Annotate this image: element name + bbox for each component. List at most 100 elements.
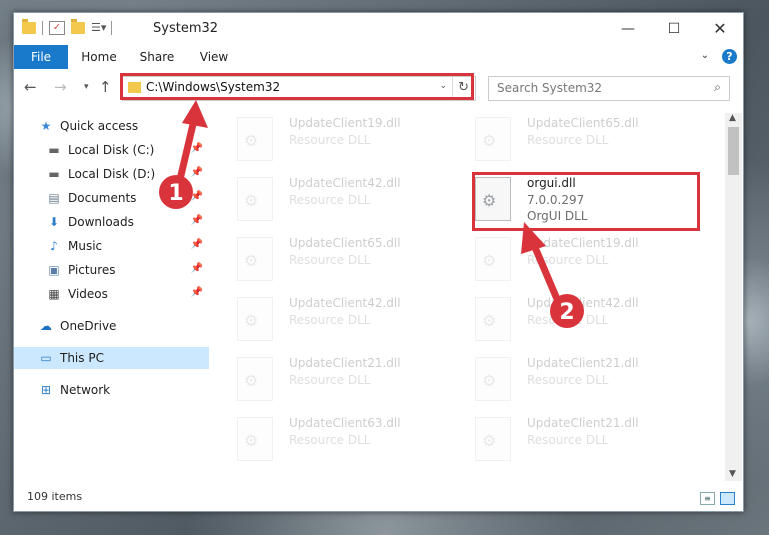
download-icon: ⬇ bbox=[48, 215, 60, 229]
scrollbar-thumb[interactable] bbox=[728, 127, 739, 175]
file-item[interactable]: UpdateClient65.dll Resource DLL bbox=[217, 233, 437, 289]
address-path[interactable]: C:\Windows\System32 bbox=[146, 80, 280, 94]
tab-home[interactable]: Home bbox=[76, 45, 122, 69]
pin-icon[interactable]: 📌 bbox=[191, 287, 203, 298]
up-arrow-icon[interactable]: ↑ bbox=[99, 78, 112, 96]
sidebar-item-music[interactable]: ♪ Music 📌 bbox=[14, 235, 209, 257]
divider bbox=[42, 21, 43, 35]
minimize-button[interactable]: — bbox=[605, 13, 651, 45]
dll-file-icon bbox=[237, 237, 273, 281]
file-name: UpdateClient42.dll bbox=[289, 176, 401, 190]
sidebar-item-downloads[interactable]: ⬇ Downloads 📌 bbox=[14, 211, 209, 233]
sidebar-item-label: This PC bbox=[60, 351, 104, 365]
pin-icon[interactable]: 📌 bbox=[191, 191, 203, 202]
pin-icon[interactable]: 📌 bbox=[191, 263, 203, 274]
navigation-bar: ← → ▾ ↑ C:\Windows\System32 ⌄ ↻ Search S… bbox=[14, 72, 743, 102]
tab-view[interactable]: View bbox=[192, 45, 236, 69]
file-description: Resource DLL bbox=[289, 253, 371, 267]
file-description: Resource DLL bbox=[527, 313, 609, 327]
sidebar-item-videos[interactable]: ▦ Videos 📌 bbox=[14, 283, 209, 305]
sidebar-item-local-disk-d[interactable]: ▬ Local Disk (D:) 📌 bbox=[14, 163, 209, 185]
chevron-down-icon[interactable]: ⌄ bbox=[699, 50, 711, 62]
sidebar-item-quick-access[interactable]: ★ Quick access bbox=[14, 115, 209, 137]
file-name: UpdateClient42.dll bbox=[289, 296, 401, 310]
network-icon: ⊞ bbox=[40, 383, 52, 397]
file-item[interactable]: UpdateClient65.dll Resource DLL bbox=[455, 113, 675, 169]
scroll-down-arrow-icon[interactable]: ▼ bbox=[729, 469, 736, 479]
sidebar-item-label: Network bbox=[60, 383, 111, 397]
quick-access-toolbar: ✓ ☰▾ bbox=[22, 19, 112, 35]
new-folder-icon[interactable] bbox=[71, 19, 85, 34]
file-name: UpdateClient21.dll bbox=[527, 356, 639, 370]
forward-arrow-icon[interactable]: → bbox=[54, 78, 67, 96]
file-description: Resource DLL bbox=[289, 373, 371, 387]
file-list: UpdateClient19.dll Resource DLL UpdateCl… bbox=[211, 113, 725, 481]
sidebar-item-label: Videos bbox=[68, 287, 108, 301]
tab-file[interactable]: File bbox=[14, 45, 68, 69]
sidebar-item-onedrive[interactable]: ☁ OneDrive bbox=[14, 315, 209, 337]
drive-icon: ▬ bbox=[48, 167, 60, 181]
drive-icon: ▬ bbox=[48, 143, 60, 157]
file-item[interactable]: UpdateClient42.dll Resource DLL bbox=[217, 173, 437, 229]
address-bar[interactable]: C:\Windows\System32 ⌄ ↻ bbox=[122, 76, 476, 101]
maximize-button[interactable]: ☐ bbox=[651, 13, 697, 45]
sidebar-item-pictures[interactable]: ▣ Pictures 📌 bbox=[14, 259, 209, 281]
file-name: UpdateClient63.dll bbox=[289, 416, 401, 430]
file-name: UpdateClient21.dll bbox=[289, 356, 401, 370]
pin-icon[interactable]: 📌 bbox=[191, 215, 203, 226]
file-item[interactable]: UpdateClient19.dll Resource DLL bbox=[455, 233, 675, 289]
search-input[interactable]: Search System32 ⌕ bbox=[488, 76, 730, 101]
status-bar: 109 items ≡ bbox=[14, 487, 743, 511]
recent-locations-chevron-icon[interactable]: ▾ bbox=[84, 82, 89, 92]
large-icons-view-icon[interactable] bbox=[720, 492, 735, 505]
file-item[interactable]: UpdateClient42.dll Resource DLL bbox=[455, 293, 675, 349]
details-view-icon[interactable]: ≡ bbox=[700, 492, 715, 505]
dll-file-icon bbox=[475, 417, 511, 461]
sidebar-item-label: Local Disk (D:) bbox=[68, 167, 156, 181]
file-item[interactable]: UpdateClient21.dll Resource DLL bbox=[455, 353, 675, 409]
search-placeholder: Search System32 bbox=[497, 81, 603, 95]
pin-icon[interactable]: 📌 bbox=[191, 143, 203, 154]
pin-icon[interactable]: 📌 bbox=[191, 167, 203, 178]
divider bbox=[452, 77, 453, 100]
sidebar-item-network[interactable]: ⊞ Network bbox=[14, 379, 209, 401]
vertical-scrollbar[interactable]: ▲ ▼ bbox=[725, 113, 742, 481]
title-bar: ✓ ☰▾ System32 — ☐ ✕ bbox=[14, 13, 743, 45]
scroll-up-arrow-icon[interactable]: ▲ bbox=[729, 113, 736, 123]
folder-icon[interactable] bbox=[22, 19, 36, 34]
search-icon[interactable]: ⌕ bbox=[714, 80, 721, 95]
file-name: UpdateClient42.dll bbox=[527, 296, 639, 310]
tab-share[interactable]: Share bbox=[134, 45, 180, 69]
back-arrow-icon[interactable]: ← bbox=[24, 78, 37, 96]
file-name: UpdateClient21.dll bbox=[527, 416, 639, 430]
file-item[interactable]: UpdateClient19.dll Resource DLL bbox=[217, 113, 437, 169]
computer-icon: ▭ bbox=[40, 351, 52, 365]
chevron-down-icon[interactable]: ⌄ bbox=[439, 81, 447, 91]
file-name: UpdateClient19.dll bbox=[289, 116, 401, 130]
sidebar-item-documents[interactable]: ▤ Documents 📌 bbox=[14, 187, 209, 209]
pin-icon[interactable]: 📌 bbox=[191, 239, 203, 250]
dll-file-icon bbox=[475, 237, 511, 281]
file-name: UpdateClient19.dll bbox=[527, 236, 639, 250]
close-button[interactable]: ✕ bbox=[697, 13, 743, 45]
dll-file-icon bbox=[237, 297, 273, 341]
help-icon[interactable]: ? bbox=[722, 49, 737, 64]
video-icon: ▦ bbox=[48, 287, 60, 301]
dll-file-icon bbox=[475, 117, 511, 161]
sidebar-item-this-pc[interactable]: ▭ This PC bbox=[14, 347, 209, 369]
file-item[interactable]: UpdateClient63.dll Resource DLL bbox=[217, 413, 437, 469]
file-description: Resource DLL bbox=[527, 373, 609, 387]
file-name: UpdateClient65.dll bbox=[527, 116, 639, 130]
annotation-highlight-file bbox=[472, 172, 700, 231]
file-item[interactable]: UpdateClient21.dll Resource DLL bbox=[455, 413, 675, 469]
refresh-icon[interactable]: ↻ bbox=[458, 80, 469, 95]
file-item[interactable]: UpdateClient42.dll Resource DLL bbox=[217, 293, 437, 349]
window-title: System32 bbox=[153, 21, 219, 36]
file-item[interactable]: UpdateClient21.dll Resource DLL bbox=[217, 353, 437, 409]
music-icon: ♪ bbox=[50, 239, 58, 253]
properties-icon[interactable]: ✓ bbox=[49, 21, 65, 35]
dll-file-icon bbox=[475, 357, 511, 401]
dll-file-icon bbox=[237, 417, 273, 461]
sidebar-item-local-disk-c[interactable]: ▬ Local Disk (C:) 📌 bbox=[14, 139, 209, 161]
customize-toolbar-icon[interactable]: ☰▾ bbox=[91, 22, 106, 34]
